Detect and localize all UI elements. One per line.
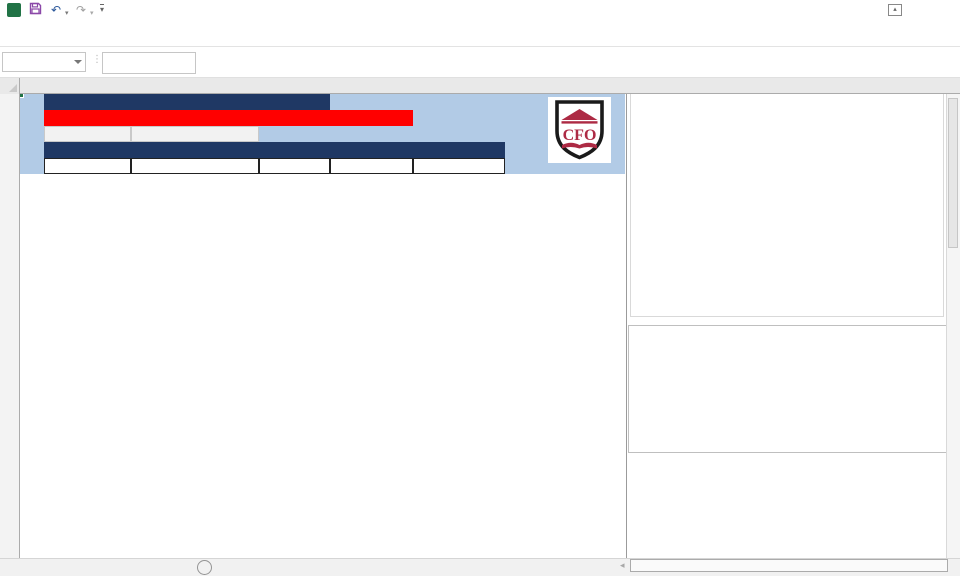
excel-window: { "colors": { "accent_green": "#217346",… [0, 0, 960, 576]
aging-bucket-label-cell[interactable] [131, 142, 259, 158]
aging-bucket-value-cell[interactable] [413, 158, 505, 174]
sheet-cell-area[interactable]: CFO [20, 94, 948, 558]
selected-cell-outline [20, 94, 24, 98]
cfo-logo: CFO [548, 97, 611, 163]
instructions-box [628, 325, 948, 453]
save-icon[interactable] [29, 2, 42, 19]
customize-qat-icon[interactable]: ▾ [100, 4, 104, 15]
formula-buttons [102, 52, 196, 74]
vertical-scrollbar-thumb[interactable] [948, 98, 958, 248]
filter-from-value-cell[interactable] [44, 126, 131, 142]
aging-bucket-value-cell[interactable] [44, 158, 131, 174]
filter-amount-label-cell[interactable] [330, 110, 413, 126]
insert-function-icon[interactable] [161, 53, 191, 73]
filter-count-label-cell[interactable] [259, 110, 330, 126]
pie-plot [631, 94, 943, 316]
row-headers [0, 94, 20, 558]
formula-bar: ⋮ [0, 48, 960, 79]
enter-icon[interactable] [131, 53, 161, 73]
excel-app-icon [7, 3, 21, 17]
aging-bucket-label-cell[interactable] [259, 142, 330, 158]
formula-bar-splitter[interactable]: ⋮ [92, 54, 102, 65]
formula-input[interactable] [200, 53, 956, 71]
column-headers [0, 78, 960, 94]
aging-bucket-label-cell[interactable] [330, 142, 413, 158]
filter-to-value-cell[interactable] [131, 126, 259, 142]
ribbon-display-options-icon[interactable]: ▴ [888, 4, 902, 16]
filter-amount-value-cell[interactable] [330, 126, 409, 142]
filter-to-label-cell[interactable] [131, 110, 259, 126]
ribbon-tab-bar [0, 20, 960, 47]
aging-bucket-label-cell[interactable] [44, 142, 131, 158]
aging-bucket-value-cell[interactable] [330, 158, 413, 174]
select-all-corner[interactable] [0, 78, 20, 94]
undo-icon[interactable]: ↶ [51, 2, 61, 18]
page-break-line [626, 94, 627, 558]
title-bar: ↶ ▾ ↷ ▾ ▾ ▴ [0, 0, 960, 20]
filter-from-label-cell[interactable] [44, 110, 131, 126]
cancel-icon[interactable] [103, 53, 133, 73]
aging-bucket-value-cell[interactable] [131, 158, 259, 174]
horizontal-scrollbar[interactable] [630, 559, 948, 572]
hscroll-left-icon[interactable]: ◂ [620, 560, 625, 571]
cfo-logo-text: CFO [563, 127, 597, 144]
filter-title-cell[interactable] [44, 94, 330, 110]
aging-bucket-label-cell[interactable] [413, 142, 505, 158]
aging-bucket-value-cell[interactable] [259, 158, 330, 174]
aging-pie-chart[interactable] [630, 94, 944, 317]
redo-icon[interactable]: ↷ [76, 2, 86, 18]
name-box-dropdown-icon[interactable] [74, 60, 82, 64]
filter-count-value-cell[interactable] [259, 126, 322, 142]
new-sheet-icon[interactable] [197, 560, 212, 575]
